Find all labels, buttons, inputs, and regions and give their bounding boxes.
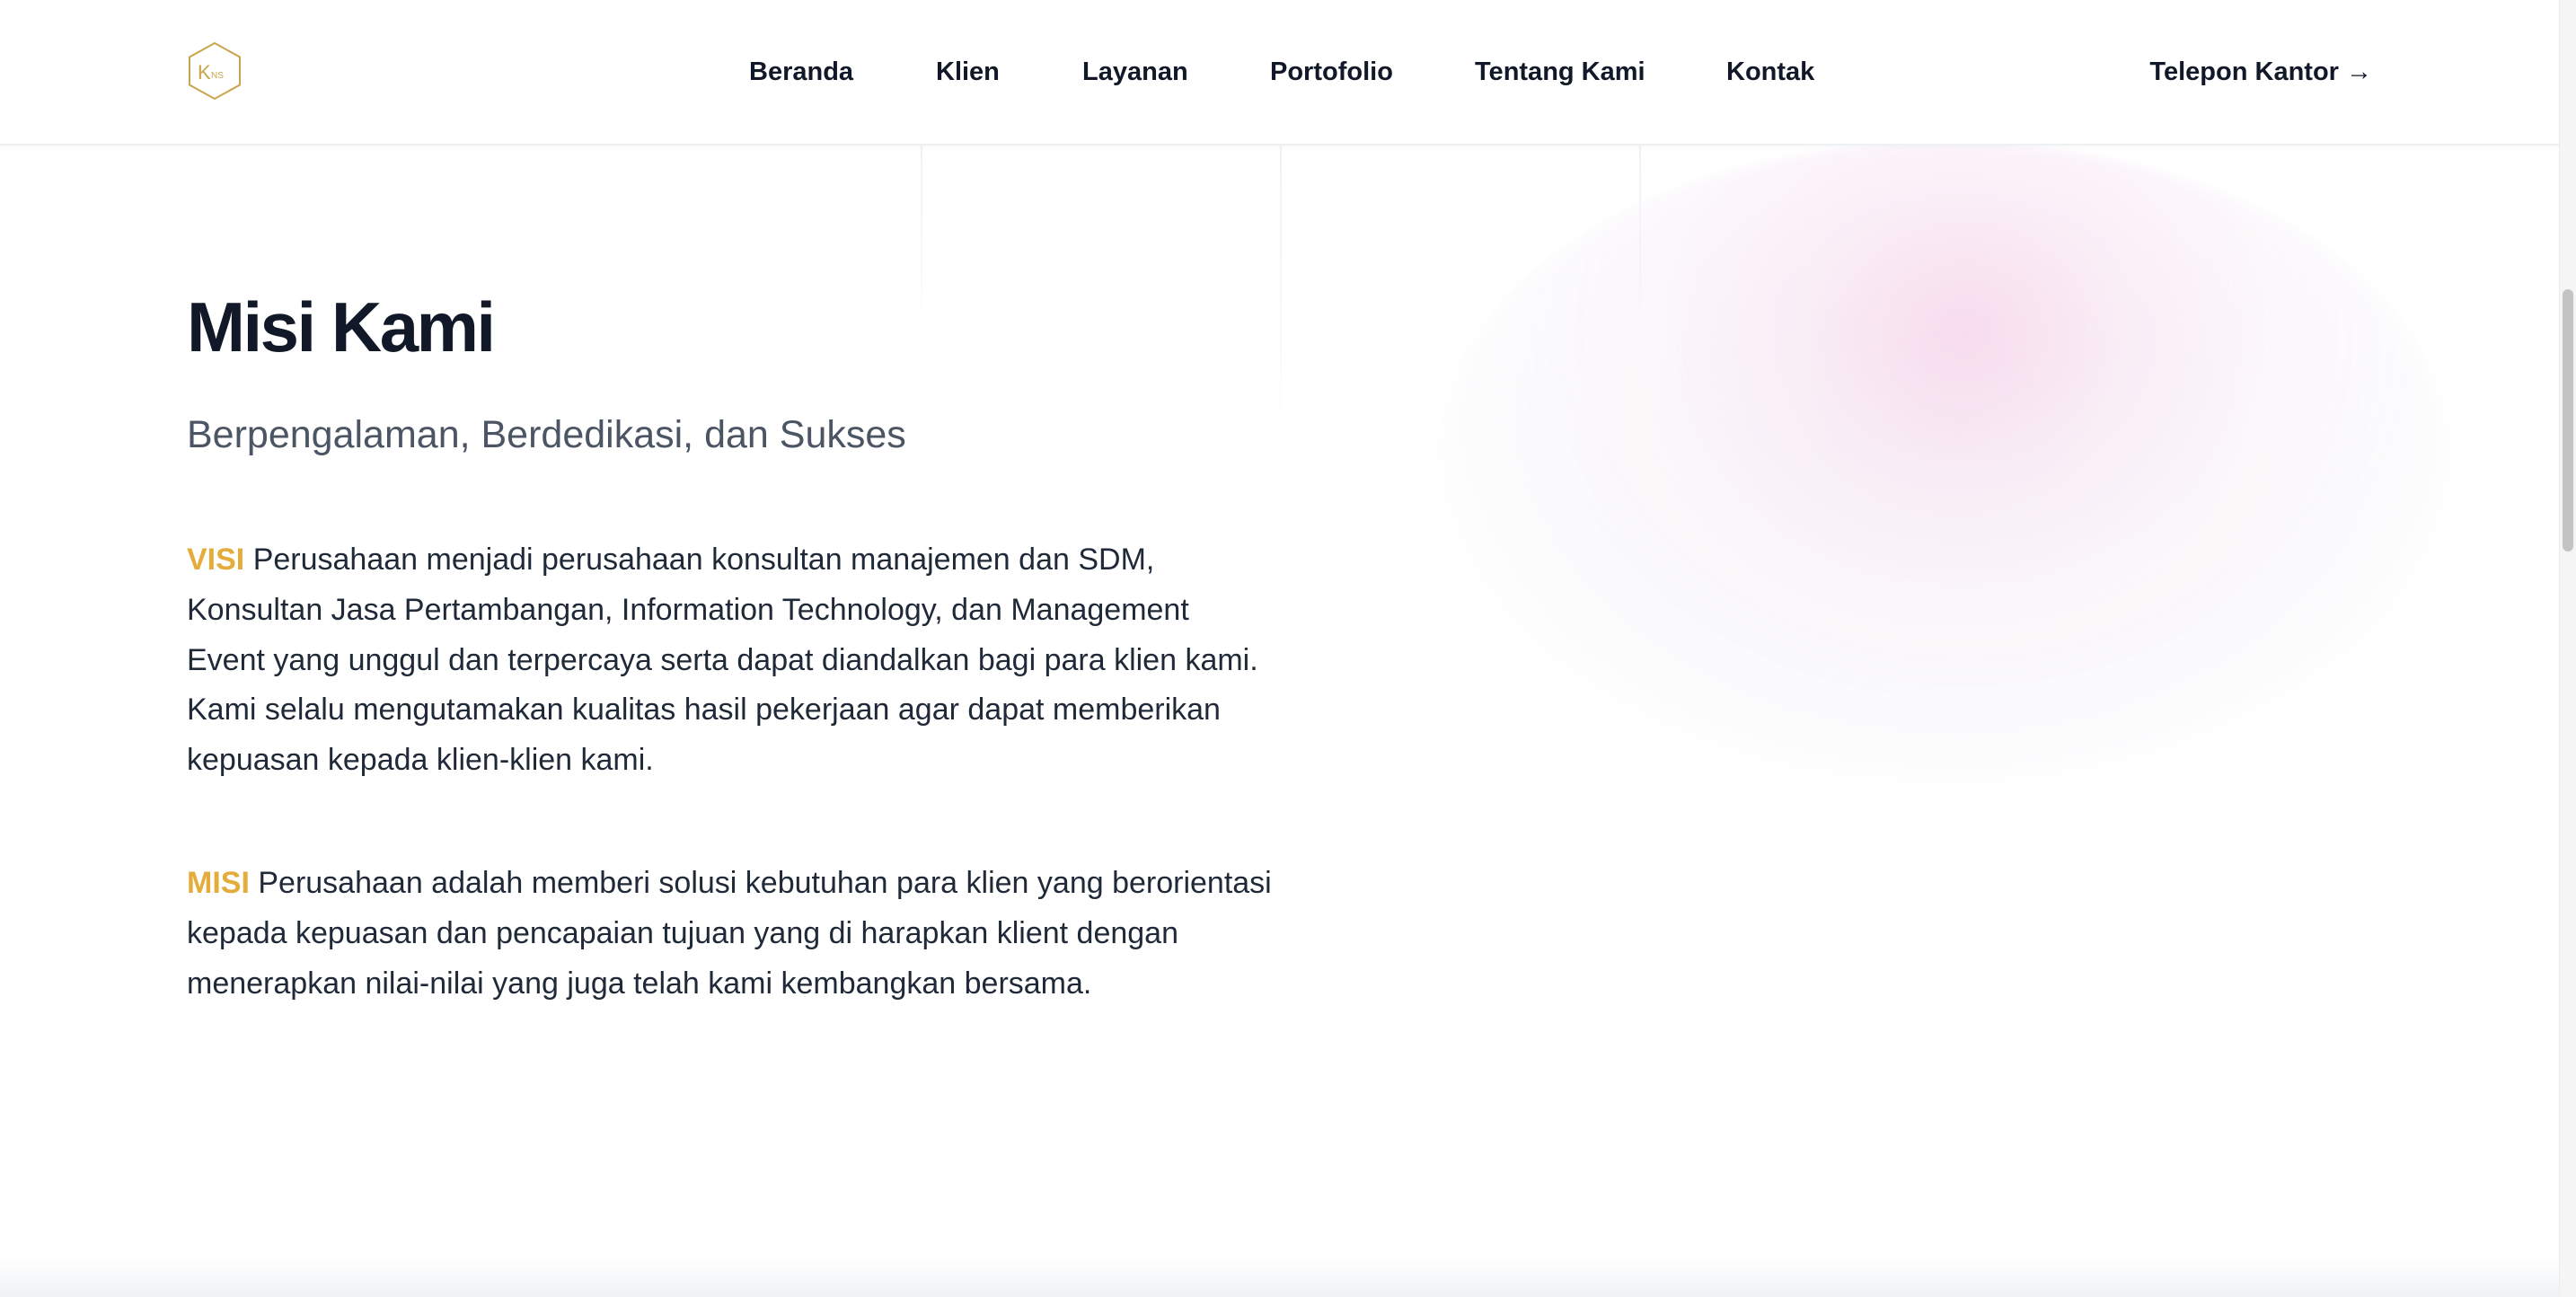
visi-line: VISI Perusahaan menjadi perusahaan konsu… bbox=[187, 535, 1265, 586]
visi-line: Konsultan Jasa Pertambangan, Information… bbox=[187, 592, 1189, 627]
misi-tag: MISI bbox=[187, 866, 250, 900]
background-pink-blob bbox=[1446, 144, 2443, 772]
nav-link-klien[interactable]: Klien bbox=[936, 54, 1000, 90]
nav-link-layanan[interactable]: Layanan bbox=[1082, 54, 1188, 90]
site-header: K NS Beranda Klien Layanan Portofolio Te… bbox=[0, 0, 2560, 146]
nav-link-tentang-kami[interactable]: Tentang Kami bbox=[1475, 54, 1645, 90]
misi-line: menerapkan nilai-nilai yang juga telah k… bbox=[187, 966, 1092, 1001]
visi-paragraph: VISI Perusahaan menjadi perusahaan konsu… bbox=[187, 535, 1265, 786]
nav-link-portofolio[interactable]: Portofolio bbox=[1270, 54, 1393, 90]
section-subtitle: Berpengalaman, Berdedikasi, dan Sukses bbox=[187, 413, 906, 456]
visi-line: Kami selalu mengutamakan kualitas hasil … bbox=[187, 693, 1221, 728]
bottom-shadow bbox=[0, 1257, 2560, 1297]
nav-link-beranda[interactable]: Beranda bbox=[749, 54, 853, 90]
visi-line: kepuasan kepada klien-klien kami. bbox=[187, 743, 654, 778]
scrollbar-thumb[interactable] bbox=[2563, 289, 2573, 551]
page-title: Misi Kami bbox=[187, 287, 496, 366]
telepon-kantor-button[interactable]: Telepon Kantor → bbox=[2149, 54, 2372, 90]
misi-line: kepada kepuasan dan pencapaian tujuan ya… bbox=[187, 915, 1179, 950]
visi-line: Event yang unggul dan terpercaya serta d… bbox=[187, 642, 1258, 677]
scrollbar-track[interactable] bbox=[2559, 0, 2576, 1297]
page: K NS Beranda Klien Layanan Portofolio Te… bbox=[0, 0, 2576, 1297]
misi-text: Perusahaan adalah memberi solusi kebutuh… bbox=[258, 866, 1272, 900]
misi-paragraph: MISI Perusahaan adalah memberi solusi ke… bbox=[187, 859, 1272, 1009]
nav-link-kontak[interactable]: Kontak bbox=[1726, 54, 1814, 90]
background-grid-line bbox=[921, 144, 922, 323]
background-grid-line bbox=[1280, 144, 1282, 431]
visi-tag: VISI bbox=[187, 543, 245, 577]
visi-text: Perusahaan menjadi perusahaan konsultan … bbox=[252, 543, 1155, 577]
misi-line: MISI Perusahaan adalah memberi solusi ke… bbox=[187, 859, 1272, 909]
